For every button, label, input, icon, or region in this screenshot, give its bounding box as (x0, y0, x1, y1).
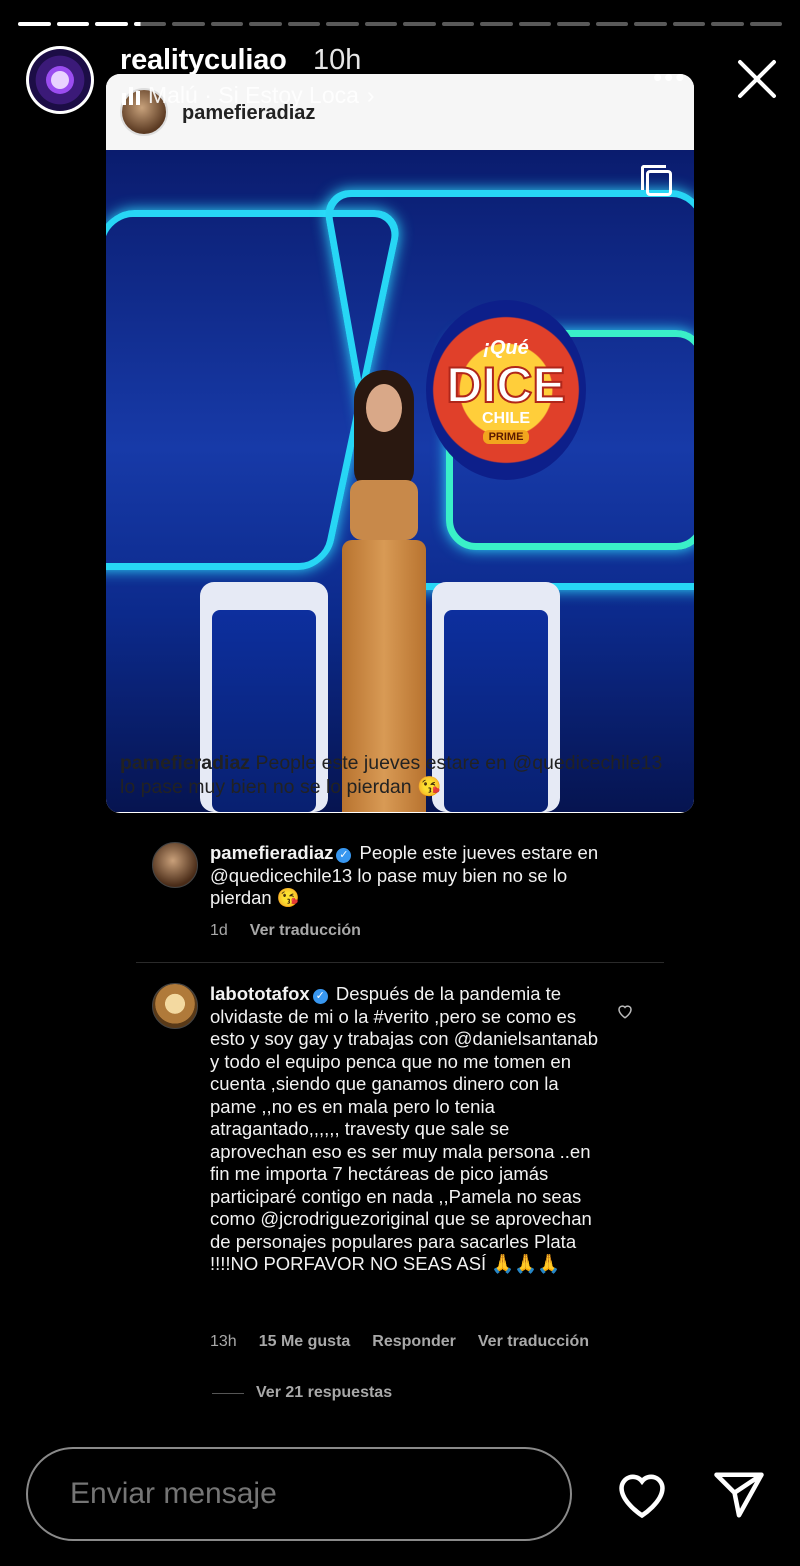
progress-segment (634, 22, 667, 26)
progress-segment (672, 22, 705, 26)
progress-segment (172, 22, 205, 26)
progress-segment (557, 22, 590, 26)
progress-segment (326, 22, 359, 26)
divider (136, 962, 664, 963)
shared-post-caption: pamefieradiaz People este jueves estare … (120, 752, 663, 798)
translate-link[interactable]: Ver traducción (250, 922, 361, 940)
likes-count[interactable]: 15 Me gusta (259, 1333, 351, 1351)
avatar-eye-logo (29, 49, 91, 111)
progress-segment (749, 22, 782, 26)
verified-badge-icon: ✓ (336, 848, 352, 863)
comment-text: labototafox ✓ Después de la pandemia te o… (210, 983, 598, 1274)
comment-like-icon[interactable] (616, 1002, 634, 1020)
comment-text: pamefieradiaz ✓ People este jueves estare… (210, 842, 599, 908)
comment-item: pamefieradiaz ✓ People este jueves estare… (152, 842, 622, 952)
comment-avatar[interactable] (152, 983, 198, 1029)
progress-segment (56, 22, 89, 26)
chevron-right-icon: › (366, 82, 375, 108)
progress-segment (595, 22, 628, 26)
music-label: Malú · Si Estoy Loca (148, 82, 359, 108)
progress-segment (210, 22, 243, 26)
close-icon[interactable] (734, 56, 780, 102)
translate-link[interactable]: Ver traducción (478, 1333, 589, 1351)
woman-figure (324, 370, 444, 812)
progress-segment (133, 22, 166, 26)
comment-meta: 1d Ver traducción (210, 922, 361, 940)
progress-segment (95, 22, 128, 26)
reply-link[interactable]: Responder (372, 1333, 456, 1351)
comment-item: labototafox ✓ Después de la pandemia te o… (152, 983, 622, 1363)
progress-segment (480, 22, 513, 26)
progress-segment (18, 22, 51, 26)
message-box[interactable] (26, 1447, 572, 1541)
progress-segment (711, 22, 744, 26)
progress-segment (441, 22, 474, 26)
progress-segment (518, 22, 551, 26)
show-logo: ¡Qué DICE CHILE PRIME (426, 300, 586, 480)
progress-segment (287, 22, 320, 26)
shared-post-image: ¡Qué DICE CHILE PRIME (106, 150, 694, 812)
story-progress (18, 22, 782, 26)
carousel-icon (641, 165, 672, 196)
progress-segment (364, 22, 397, 26)
story-username[interactable]: realityculiao (120, 44, 287, 77)
comment-avatar[interactable] (152, 842, 198, 888)
story-avatar[interactable] (26, 46, 94, 114)
heart-icon[interactable] (614, 1470, 670, 1520)
shared-post-card[interactable]: pamefieradiaz ¡Qué DICE CHILE PRIME pame… (106, 74, 694, 813)
send-icon[interactable] (712, 1470, 766, 1520)
view-replies-link[interactable]: Ver 21 respuestas (212, 1384, 392, 1402)
progress-segment (403, 22, 436, 26)
music-bars-icon (122, 86, 140, 105)
more-options-icon[interactable]: ••• (653, 62, 686, 93)
progress-segment (249, 22, 282, 26)
verified-badge-icon: ✓ (312, 989, 328, 1004)
message-input[interactable] (70, 1477, 530, 1511)
music-sticker[interactable]: Malú · Si Estoy Loca › (122, 82, 375, 109)
story-time: 10h (313, 44, 362, 76)
comment-meta: 13h 15 Me gusta Responder Ver traducción (210, 1333, 590, 1351)
